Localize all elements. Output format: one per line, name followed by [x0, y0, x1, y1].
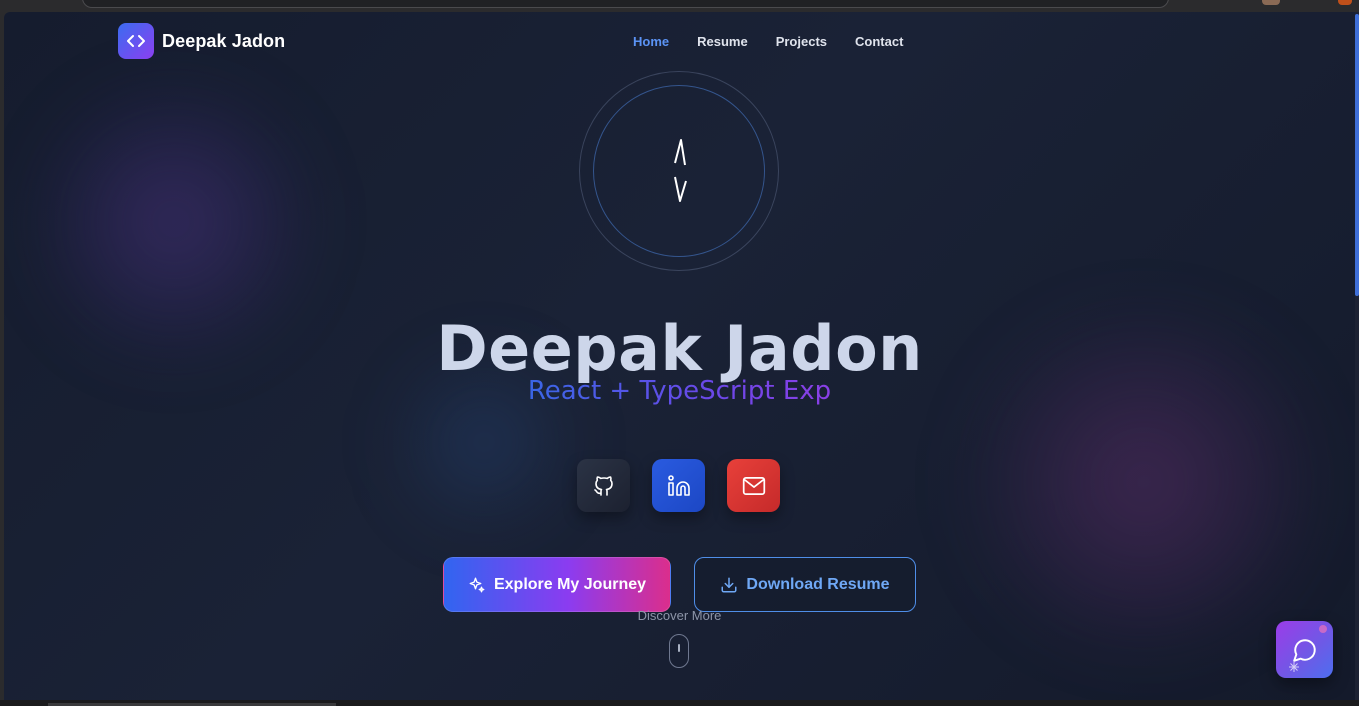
nav-home[interactable]: Home: [633, 34, 669, 49]
brand-name: Deepak Jadon: [162, 30, 286, 51]
nav-resume[interactable]: Resume: [697, 34, 748, 49]
chat-button[interactable]: [1276, 621, 1333, 678]
download-resume-label: Download Resume: [746, 575, 890, 593]
extension-icon[interactable]: [1338, 0, 1352, 5]
github-button[interactable]: [577, 459, 630, 512]
extension-icon[interactable]: [1262, 0, 1280, 5]
nav-projects[interactable]: Projects: [776, 34, 827, 49]
hero-name: Deepak Jadon: [436, 311, 923, 385]
avatar-placeholder-icon: [669, 137, 691, 208]
address-bar[interactable]: [82, 0, 1169, 8]
scroll-hint-text: Discover More: [637, 608, 722, 623]
notification-dot: [1319, 625, 1327, 633]
download-resume-button[interactable]: Download Resume: [694, 557, 916, 612]
main-nav: Home Resume Projects Contact: [633, 34, 903, 49]
hero-subtitle: React + TypeScript Exp: [4, 376, 1355, 406]
bottom-strip: [0, 700, 1359, 706]
brand-logo[interactable]: Deepak Jadon: [118, 23, 285, 59]
sparkle-icon: [1289, 662, 1299, 672]
download-icon: [721, 577, 737, 592]
scrollbar-thumb[interactable]: [1355, 14, 1359, 296]
scroll-mouse-icon[interactable]: [669, 634, 689, 668]
hero-subtitle-text: React + TypeScript Exp: [527, 376, 832, 406]
explore-journey-button[interactable]: Explore My Journey: [443, 557, 671, 612]
sparkles-icon: [469, 577, 485, 592]
mail-icon: [742, 476, 765, 495]
github-icon: [593, 475, 613, 496]
code-icon: [118, 23, 154, 59]
browser-top-bar: [0, 0, 1359, 12]
explore-journey-label: Explore My Journey: [493, 575, 647, 593]
social-links: [577, 459, 780, 512]
mouse-wheel: [678, 644, 680, 652]
linkedin-button[interactable]: [652, 459, 705, 512]
email-button[interactable]: [727, 459, 780, 512]
linkedin-icon: [667, 474, 690, 496]
page-viewport: Deepak Jadon Home Resume Projects Contac…: [4, 12, 1355, 700]
chat-bubble-icon: [1292, 638, 1316, 662]
nav-contact[interactable]: Contact: [855, 34, 903, 49]
